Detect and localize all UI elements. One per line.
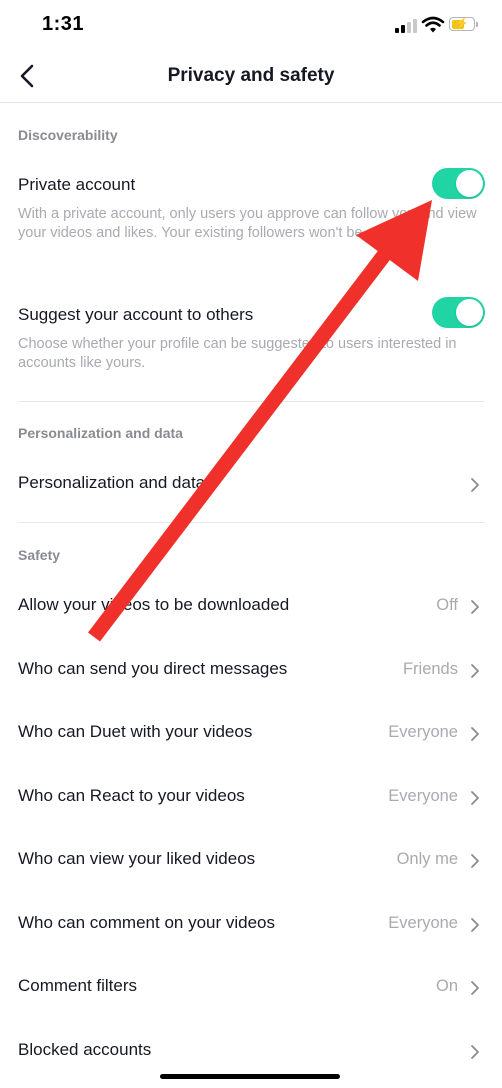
- private-account-description: With a private account, only users you a…: [18, 206, 477, 241]
- safety-row-label: Comment filters: [18, 976, 138, 995]
- safety-row-react[interactable]: Who can React to your videos Everyone: [0, 771, 502, 823]
- chevron-right-icon: [471, 854, 479, 868]
- toggle-knob: [456, 299, 483, 326]
- section-title-discoverability: Discoverability: [18, 127, 118, 143]
- chevron-right-icon: [471, 981, 479, 995]
- safety-row-value: Off: [436, 596, 458, 614]
- safety-row-comment-filters[interactable]: Comment filters On: [0, 961, 502, 1013]
- screen: 1:31 ⚡ Privacy and safety Discoverabilit…: [0, 0, 502, 1088]
- section-title-personalization: Personalization and data: [18, 425, 183, 441]
- safety-row-duet[interactable]: Who can Duet with your videos Everyone: [0, 707, 502, 759]
- chevron-right-icon: [471, 918, 479, 932]
- safety-row-value: Only me: [396, 850, 458, 868]
- personalization-row[interactable]: Personalization and data: [0, 458, 502, 510]
- safety-row-label: Who can comment on your videos: [18, 913, 276, 932]
- safety-row-value: Everyone: [388, 914, 458, 932]
- private-account-toggle[interactable]: [432, 168, 485, 199]
- private-account-label: Private account: [18, 175, 136, 194]
- suggest-account-description: Choose whether your profile can be sugge…: [18, 336, 457, 371]
- safety-row-label: Who can send you direct messages: [18, 659, 288, 678]
- chevron-right-icon: [471, 600, 479, 614]
- safety-row-blocked-accounts[interactable]: Blocked accounts: [0, 1025, 502, 1077]
- nav-header: Privacy and safety: [0, 50, 502, 103]
- wifi-icon: [421, 16, 445, 33]
- cellular-signal-icon: [395, 19, 419, 33]
- safety-row-label: Who can Duet with your videos: [18, 722, 253, 741]
- home-indicator[interactable]: [160, 1074, 340, 1079]
- safety-row-value: On: [435, 977, 458, 995]
- chevron-right-icon: [471, 1045, 479, 1059]
- personalization-row-label: Personalization and data: [18, 473, 206, 492]
- safety-row-value: Friends: [402, 660, 458, 678]
- chevron-right-icon: [471, 791, 479, 805]
- safety-row-value: Everyone: [388, 787, 458, 805]
- safety-row-value: Everyone: [388, 723, 458, 741]
- safety-row-label: Blocked accounts: [18, 1040, 152, 1059]
- battery-cap: [476, 22, 478, 27]
- safety-row-allow-downloads[interactable]: Allow your videos to be downloaded Off: [0, 580, 502, 632]
- divider: [18, 522, 484, 523]
- suggest-account-label: Suggest your account to others: [18, 305, 254, 324]
- suggest-account-toggle[interactable]: [432, 297, 485, 328]
- divider: [18, 401, 484, 402]
- status-bar: 1:31 ⚡: [0, 0, 502, 50]
- safety-row-label: Who can view your liked videos: [18, 849, 256, 868]
- safety-row-direct-messages[interactable]: Who can send you direct messages Friends: [0, 644, 502, 696]
- chevron-right-icon: [471, 727, 479, 741]
- safety-row-comments[interactable]: Who can comment on your videos Everyone: [0, 898, 502, 950]
- status-time: 1:31: [42, 13, 85, 35]
- safety-row-label: Who can React to your videos: [18, 786, 245, 805]
- page-title: Privacy and safety: [167, 65, 335, 86]
- toggle-knob: [456, 170, 483, 197]
- battery-icon: ⚡: [449, 17, 475, 31]
- section-title-safety: Safety: [18, 547, 61, 563]
- safety-row-label: Allow your videos to be downloaded: [18, 595, 290, 614]
- chevron-right-icon: [471, 664, 479, 678]
- safety-row-liked-videos[interactable]: Who can view your liked videos Only me: [0, 834, 502, 886]
- chevron-right-icon: [471, 478, 479, 492]
